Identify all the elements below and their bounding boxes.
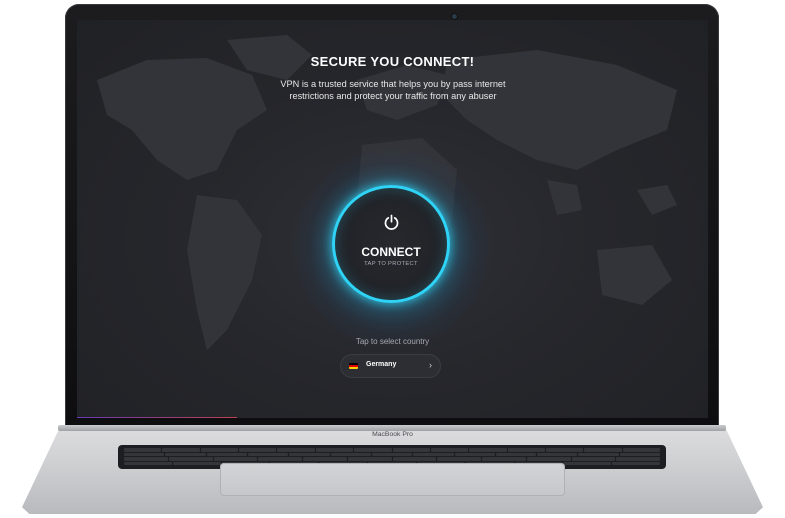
trackpad (220, 463, 565, 496)
germany-flag-icon (349, 363, 358, 369)
webcam (452, 14, 457, 19)
country-hint: Tap to select country (355, 337, 430, 346)
country-name: Germany (366, 361, 397, 368)
connect-sublabel: TAP TO PROTECT (364, 261, 418, 267)
chevron-right-icon: › (429, 360, 432, 370)
connect-button[interactable]: CONNECT TAP TO PROTECT (332, 185, 450, 303)
power-icon (384, 214, 399, 230)
vpn-app-screen: SECURE YOU CONNECT! VPN is a trusted ser… (77, 20, 708, 418)
device-brand-label: MacBook Pro (372, 431, 413, 438)
screen-description: VPN is a trusted service that helps you … (280, 79, 506, 101)
country-selector[interactable]: Germany › (340, 354, 441, 378)
laptop-mockup: SECURE YOU CONNECT! VPN is a trusted ser… (0, 0, 785, 518)
connect-label: CONNECT (361, 245, 421, 259)
screen-title: SECURE YOU CONNECT! (310, 54, 475, 69)
screen-accent-line (77, 417, 237, 418)
